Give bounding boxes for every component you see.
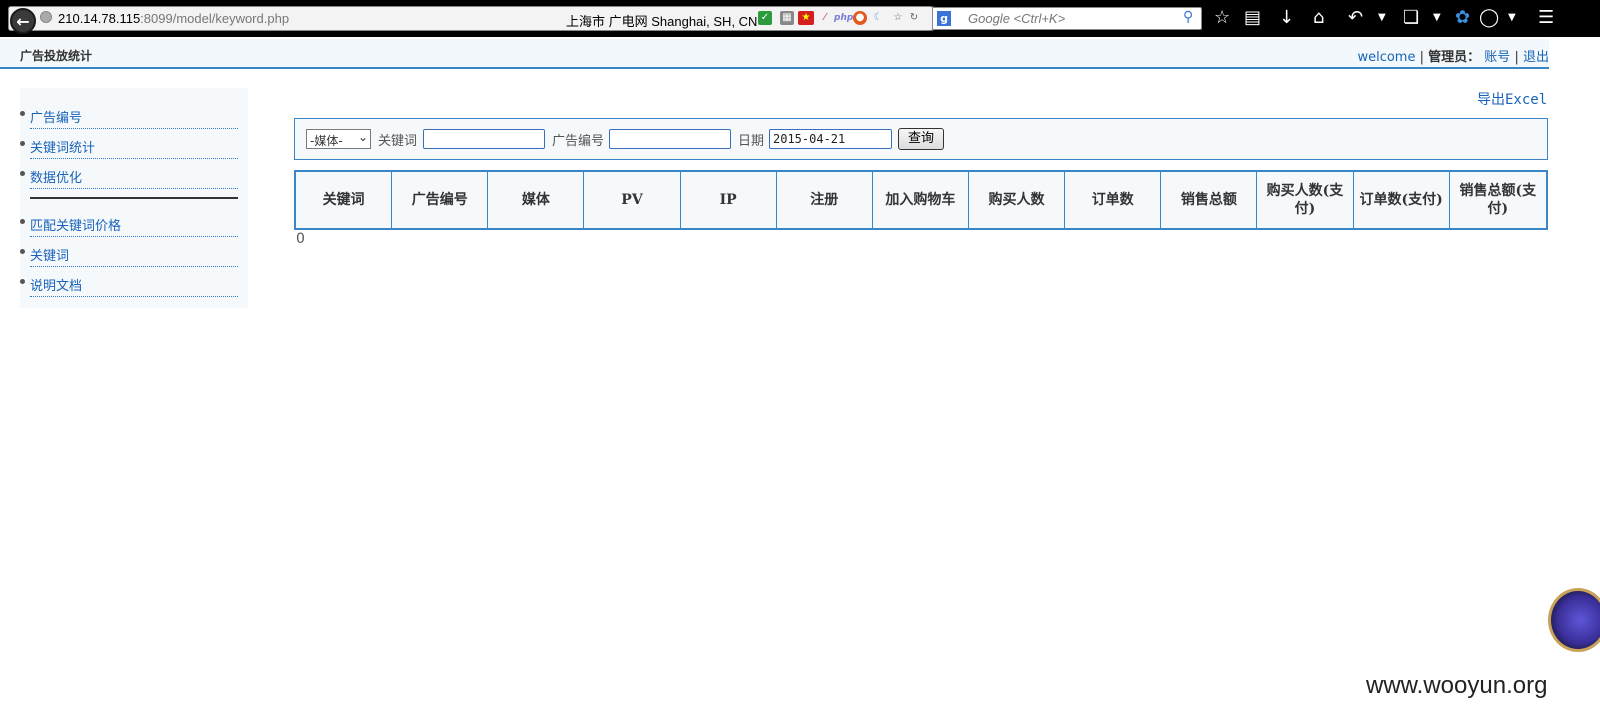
col-header: 关键词 <box>296 172 393 228</box>
chat-icon[interactable]: ◯ <box>1479 7 1499 29</box>
reading-list-icon[interactable]: ▤ <box>1244 7 1261 29</box>
download-icon[interactable]: ↓ <box>1279 7 1294 29</box>
site-identity-icon[interactable] <box>40 11 52 23</box>
sidebar-item-label[interactable]: 关键词 <box>30 245 69 264</box>
sidebar-divider <box>30 197 238 199</box>
chevron-down-icon[interactable]: ▼ <box>1378 7 1386 29</box>
query-button[interactable]: 查询 <box>898 128 944 150</box>
chevron-down-icon[interactable]: ▼ <box>1433 7 1441 29</box>
extension-icon[interactable]: ✿ <box>1455 7 1470 29</box>
sidebar-item-label[interactable]: 数据优化 <box>30 167 82 186</box>
user-bar: welcome | 管理员： 账号 | 退出 <box>1357 46 1549 65</box>
col-header: PV <box>584 172 681 228</box>
welcome-link[interactable]: welcome <box>1357 50 1415 65</box>
crop-icon[interactable]: ❏ <box>1403 7 1419 29</box>
col-header: 媒体 <box>488 172 585 228</box>
browser-toolbar: ← 210.14.78.115:8099/model/keyword.php 上… <box>0 0 1600 37</box>
bullet <box>20 279 25 284</box>
sidebar-item-label[interactable]: 广告编号 <box>30 107 82 126</box>
ad-id-label: 广告编号 <box>552 134 605 149</box>
sidebar-item-ad-id[interactable]: 广告编号 <box>20 101 238 129</box>
page-title: 广告投放统计 <box>20 49 93 63</box>
url-text[interactable]: 210.14.78.115:8099/model/keyword.php <box>58 11 289 26</box>
menu-icon[interactable]: ☰ <box>1538 7 1554 29</box>
url-path: :8099/model/keyword.php <box>140 11 290 26</box>
sidebar-item-data-optimize[interactable]: 数据优化 <box>20 161 238 189</box>
bullet <box>20 171 25 176</box>
sidebar-item-label[interactable]: 关键词统计 <box>30 137 95 156</box>
account-link[interactable]: 账号 <box>1484 50 1510 65</box>
china-flag-icon[interactable]: ★ <box>798 11 814 25</box>
sidebar-item-keyword[interactable]: 关键词 <box>20 239 238 267</box>
undo-icon[interactable]: ↶ <box>1348 7 1363 29</box>
shield-icon[interactable]: ✓ <box>758 11 772 25</box>
home-icon[interactable]: ⌂ <box>1313 7 1324 29</box>
moon-icon[interactable]: ☾ <box>871 11 885 25</box>
media-select[interactable]: -媒体- ⌄ <box>306 129 371 149</box>
sidebar: 广告编号 关键词统计 数据优化 匹配关键词价格 关键词 说明文档 <box>20 88 248 308</box>
role-label: 管理员： <box>1428 50 1481 65</box>
sidebar-item-keyword-stats[interactable]: 关键词统计 <box>20 131 238 159</box>
sidebar-item-label[interactable]: 说明文档 <box>30 275 82 294</box>
separator: | <box>1514 50 1519 65</box>
geo-info: 上海市 广电网 Shanghai, SH, CN <box>566 14 758 29</box>
date-label: 日期 <box>738 134 765 149</box>
results-table: 关键词 广告编号 媒体 PV IP 注册 加入购物车 购买人数 订单数 销售总额… <box>294 170 1548 230</box>
sidebar-item-docs[interactable]: 说明文档 <box>20 269 238 297</box>
media-select-value: -媒体- <box>310 134 343 148</box>
qr-code-icon[interactable]: ▦ <box>780 11 794 25</box>
search-icon[interactable]: ⚲ <box>1183 9 1193 25</box>
reload-icon[interactable]: ↻ <box>907 11 921 25</box>
ad-id-input[interactable] <box>609 129 731 149</box>
date-input[interactable]: 2015-04-21 <box>769 129 892 149</box>
table-header-row: 关键词 广告编号 媒体 PV IP 注册 加入购物车 购买人数 订单数 销售总额… <box>296 172 1546 228</box>
bullet <box>20 111 25 116</box>
floating-assistant-orb[interactable] <box>1548 588 1600 652</box>
logout-link[interactable]: 退出 <box>1523 50 1549 65</box>
back-button[interactable]: ← <box>10 8 36 34</box>
ubuntu-icon[interactable]: ● <box>853 11 867 25</box>
col-header: 广告编号 <box>392 172 489 228</box>
feather-icon[interactable]: ⁄ <box>818 11 832 25</box>
col-header: 加入购物车 <box>873 172 969 228</box>
search-placeholder: Google <Ctrl+K> <box>968 11 1066 26</box>
arrow-left-icon: ← <box>16 11 30 31</box>
col-header: 销售总额 <box>1161 172 1258 228</box>
chevron-down-icon: ⌄ <box>357 130 368 144</box>
export-excel-link[interactable]: 导出Excel <box>1477 89 1547 109</box>
col-header: 购买人数 <box>969 172 1066 228</box>
chevron-down-icon[interactable]: ▼ <box>1508 7 1516 29</box>
bookmark-star-icon[interactable]: ☆ <box>891 11 905 25</box>
col-header: 购买人数(支付) <box>1257 172 1354 228</box>
separator: | <box>1419 50 1424 65</box>
col-header: 订单数(支付) <box>1354 172 1450 228</box>
keyword-label: 关键词 <box>378 134 418 149</box>
sidebar-item-label[interactable]: 匹配关键词价格 <box>30 215 121 234</box>
result-count: 0 <box>296 231 305 247</box>
keyword-input[interactable] <box>423 129 545 149</box>
col-header: 订单数 <box>1065 172 1162 228</box>
col-header: 销售总额(支付) <box>1459 183 1537 217</box>
col-header: IP <box>681 172 777 228</box>
php-icon[interactable]: php <box>834 11 853 25</box>
results-grid: 关键词 广告编号 媒体 PV IP 注册 加入购物车 购买人数 订单数 销售总额… <box>294 170 1548 230</box>
url-host: 210.14.78.115 <box>58 11 141 26</box>
bullet <box>20 219 25 224</box>
bullet <box>20 141 25 146</box>
google-icon[interactable]: g <box>937 11 951 26</box>
star-icon[interactable]: ☆ <box>1214 7 1230 29</box>
bullet <box>20 249 25 254</box>
col-header: 注册 <box>777 172 873 228</box>
sidebar-item-keyword-price[interactable]: 匹配关键词价格 <box>20 209 238 237</box>
watermark: www.wooyun.org <box>1366 672 1548 699</box>
